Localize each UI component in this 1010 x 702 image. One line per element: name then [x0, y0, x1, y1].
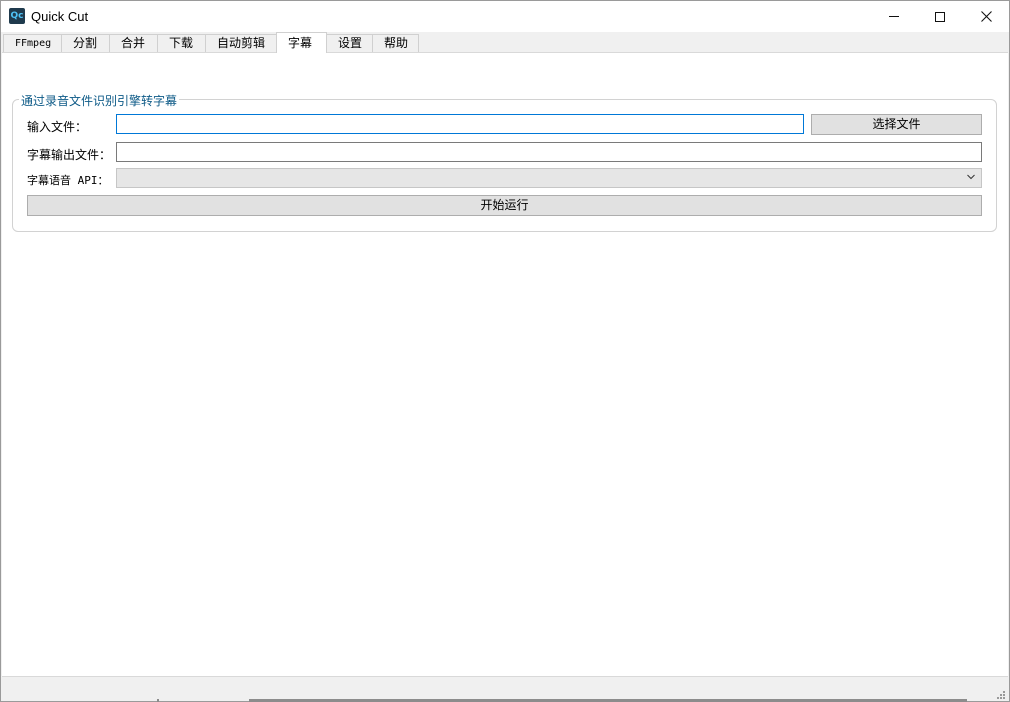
close-icon: [980, 11, 992, 22]
resize-grip-icon[interactable]: [995, 689, 1005, 699]
subtitle-groupbox: 通过录音文件识别引擎转字幕 输入文件： 选择文件 字幕输出文件： 字幕语音 AP…: [12, 92, 997, 232]
tab-bar: FFmpeg 分割 合并 下载 自动剪辑 字幕 设置 帮助: [3, 32, 419, 53]
chevron-down-icon: [967, 174, 975, 180]
groupbox-title: 通过录音文件识别引擎转字幕: [19, 92, 180, 109]
app-logo-icon: Qc: [9, 8, 25, 24]
tab-help[interactable]: 帮助: [372, 34, 419, 53]
input-file-field[interactable]: [116, 114, 804, 134]
choose-file-button[interactable]: 选择文件: [811, 114, 982, 135]
output-file-label: 字幕输出文件：: [27, 148, 112, 162]
app-window: Qc Quick Cut FFmpeg 分割 合并 下载 自动剪辑 字幕 设置 …: [0, 0, 1010, 702]
close-button[interactable]: [963, 1, 1009, 32]
tab-merge[interactable]: 合并: [109, 34, 158, 53]
tab-split[interactable]: 分割: [61, 34, 110, 53]
run-button[interactable]: 开始运行: [27, 195, 982, 216]
minimize-icon: [889, 16, 899, 17]
minimize-button[interactable]: [871, 1, 917, 32]
tab-subtitles[interactable]: 字幕: [276, 32, 327, 53]
maximize-button[interactable]: [917, 1, 963, 32]
api-select-label: 字幕语音 API：: [27, 174, 109, 187]
title-bar[interactable]: Qc Quick Cut: [1, 1, 1009, 32]
tab-ffmpeg[interactable]: FFmpeg: [3, 34, 62, 53]
input-file-label: 输入文件：: [27, 120, 88, 134]
window-title: Quick Cut: [31, 9, 89, 24]
api-select[interactable]: [116, 168, 982, 188]
tab-auto-edit[interactable]: 自动剪辑: [205, 34, 277, 53]
tab-download[interactable]: 下载: [157, 34, 206, 53]
tab-settings[interactable]: 设置: [326, 34, 373, 53]
output-file-field[interactable]: [116, 142, 982, 162]
subtitle-tab-panel: 通过录音文件识别引擎转字幕 输入文件： 选择文件 字幕输出文件： 字幕语音 AP…: [2, 52, 1008, 677]
status-bar: [1, 678, 1009, 702]
maximize-icon: [935, 11, 945, 22]
